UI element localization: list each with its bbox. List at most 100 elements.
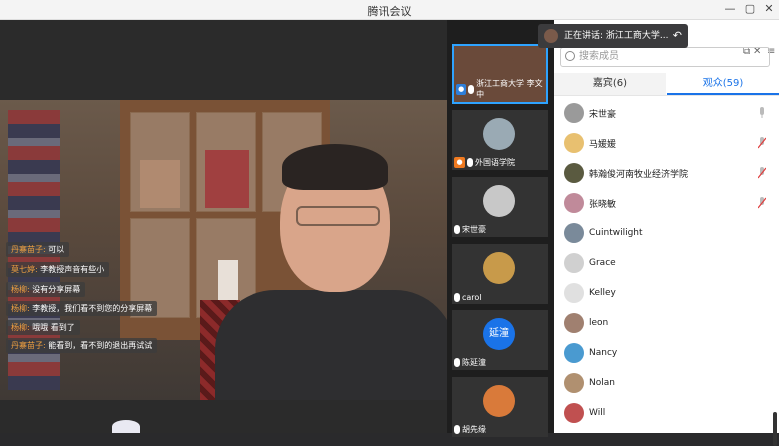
app-shortcut-icon[interactable] bbox=[112, 420, 140, 433]
gallery-tile[interactable]: 宋世豪 bbox=[452, 177, 548, 237]
mic-icon bbox=[454, 293, 460, 302]
chat-message: 杨柳: 哦哦 看到了 bbox=[6, 320, 80, 335]
main-stage: 丹寨苗子: 可以 莫七婷: 李教授声音有些小 杨柳: 没有分享屏幕 杨柳: 李教授，我… bbox=[0, 20, 447, 433]
member-row[interactable]: Grace bbox=[564, 250, 774, 276]
speaker-hair bbox=[282, 144, 388, 190]
participant-name: 外国语学院 bbox=[475, 158, 515, 167]
mic-icon bbox=[454, 225, 460, 234]
member-avatar bbox=[564, 403, 584, 423]
books bbox=[205, 150, 249, 208]
speaker-vest bbox=[215, 290, 447, 400]
member-name: leon bbox=[589, 318, 609, 328]
member-name: 韩瀚俊河南牧业经济学院 bbox=[589, 169, 689, 180]
search-placeholder: 搜索成员 bbox=[579, 51, 619, 62]
member-name: Cuintwilight bbox=[589, 228, 643, 238]
member-name: 宋世豪 bbox=[589, 109, 617, 120]
mic-icon bbox=[468, 84, 475, 94]
tile-caption: ● 浙江工商大学 李文中 bbox=[456, 78, 546, 100]
tile-caption: 宋世豪 bbox=[454, 224, 486, 235]
chat-sender: 杨柳: bbox=[11, 285, 30, 294]
tab-audience[interactable]: 观众(59) bbox=[667, 73, 779, 95]
member-row[interactable]: Cuintwilight bbox=[564, 220, 774, 246]
member-panel: ⧉ ✕ ≡ 搜索成员 嘉宾(6) 观众(59) 宋世豪 马媛媛 韩瀚俊河南牧业经济学… bbox=[554, 20, 779, 446]
participant-name: carol bbox=[462, 293, 482, 302]
video-gallery: ● 浙江工商大学 李文中 ● 外国语学院宋世豪 carol 延潼陈延潼胡先缘 bbox=[447, 20, 554, 437]
member-avatar bbox=[564, 193, 584, 213]
participant-name: 宋世豪 bbox=[462, 225, 486, 234]
avatar-initials: 延潼 bbox=[489, 328, 509, 339]
member-avatar bbox=[564, 133, 584, 153]
member-search-input[interactable]: 搜索成员 bbox=[560, 47, 770, 67]
member-list-scrollbar[interactable] bbox=[773, 412, 777, 446]
mic-icon bbox=[454, 358, 460, 367]
chat-sender: 丹寨苗子: bbox=[11, 341, 46, 350]
member-name: 马媛媛 bbox=[589, 139, 617, 150]
gallery-tile[interactable]: ● 外国语学院 bbox=[452, 110, 548, 170]
member-avatar bbox=[564, 343, 584, 363]
close-button[interactable]: ✕ bbox=[761, 2, 777, 15]
tile-caption: 胡先缘 bbox=[454, 424, 486, 435]
chat-message: 杨柳: 没有分享屏幕 bbox=[6, 282, 86, 297]
speaker-avatar bbox=[544, 29, 558, 43]
member-name: Will bbox=[589, 408, 606, 418]
mic-icon bbox=[467, 158, 473, 167]
chat-message: 丹寨苗子: 可以 bbox=[6, 242, 70, 257]
participant-name: 胡先缘 bbox=[462, 425, 486, 434]
tab-guests[interactable]: 嘉宾(6) bbox=[554, 73, 666, 95]
speaker-glasses bbox=[296, 206, 380, 226]
chat-text: 能看到，看不到的退出再试试 bbox=[45, 341, 153, 350]
member-row[interactable]: 韩瀚俊河南牧业经济学院 bbox=[564, 160, 774, 186]
tile-caption: ● 外国语学院 bbox=[454, 157, 515, 168]
member-name: Nolan bbox=[589, 378, 615, 388]
member-row[interactable]: Kelley bbox=[564, 280, 774, 306]
chat-sender: 杨柳: bbox=[11, 304, 30, 313]
gallery-tile[interactable]: carol bbox=[452, 244, 548, 304]
window-title: 腾讯会议 bbox=[367, 5, 412, 18]
member-row[interactable]: Will bbox=[564, 400, 774, 426]
restore-button[interactable]: ▢ bbox=[742, 2, 758, 15]
member-avatar bbox=[564, 103, 584, 123]
speaking-toast: 正在讲话: 浙江工商大学... ↶ bbox=[538, 24, 688, 48]
member-name: Kelley bbox=[589, 288, 616, 298]
toast-text: 正在讲话: 浙江工商大学... bbox=[564, 31, 669, 41]
chat-text: 李教授声音有些小 bbox=[37, 265, 105, 274]
chat-message: 杨柳: 李教授，我们看不到您的分享屏幕 bbox=[6, 301, 158, 316]
host-icon: ● bbox=[454, 157, 465, 168]
gallery-tile[interactable]: 胡先缘 bbox=[452, 377, 548, 437]
participant-name: 浙江工商大学 李文中 bbox=[476, 79, 543, 99]
gallery-tile[interactable]: 延潼陈延潼 bbox=[452, 310, 548, 370]
member-avatar bbox=[564, 253, 584, 273]
search-icon bbox=[565, 51, 575, 61]
back-arrow-icon[interactable]: ↶ bbox=[673, 24, 682, 48]
mic-icon[interactable] bbox=[758, 107, 766, 119]
title-bar: 腾讯会议 — ▢ ✕ bbox=[0, 0, 779, 20]
chat-message: 丹寨苗子: 能看到，看不到的退出再试试 bbox=[6, 338, 158, 353]
member-tabs: 嘉宾(6) 观众(59) bbox=[554, 73, 779, 96]
participant-avatar bbox=[483, 385, 515, 417]
books bbox=[140, 160, 180, 208]
member-row[interactable]: 宋世豪 bbox=[564, 100, 774, 126]
participant-avatar bbox=[483, 185, 515, 217]
member-row[interactable]: 马媛媛 bbox=[564, 130, 774, 156]
tile-caption: 陈延潼 bbox=[454, 357, 486, 368]
mic-muted-icon[interactable] bbox=[757, 137, 767, 149]
member-row[interactable]: leon bbox=[564, 310, 774, 336]
user-icon: ● bbox=[456, 83, 467, 95]
member-avatar bbox=[564, 283, 584, 303]
chat-text: 可以 bbox=[45, 245, 65, 254]
minimize-button[interactable]: — bbox=[722, 2, 738, 15]
member-row[interactable]: Nolan bbox=[564, 370, 774, 396]
member-name: 张晓敏 bbox=[589, 199, 617, 210]
chat-text: 哦哦 看到了 bbox=[29, 323, 75, 332]
member-avatar bbox=[564, 223, 584, 243]
mic-muted-icon[interactable] bbox=[757, 167, 767, 179]
gallery-tile[interactable]: ● 浙江工商大学 李文中 bbox=[452, 44, 548, 104]
member-row[interactable]: Nancy bbox=[564, 340, 774, 366]
chat-text: 李教授，我们看不到您的分享屏幕 bbox=[29, 304, 153, 313]
mic-muted-icon[interactable] bbox=[757, 197, 767, 209]
participant-avatar bbox=[483, 118, 515, 150]
member-name: Grace bbox=[589, 258, 616, 268]
member-row[interactable]: 张晓敏 bbox=[564, 190, 774, 216]
participant-avatar: 延潼 bbox=[483, 318, 515, 350]
participant-name: 陈延潼 bbox=[462, 358, 486, 367]
